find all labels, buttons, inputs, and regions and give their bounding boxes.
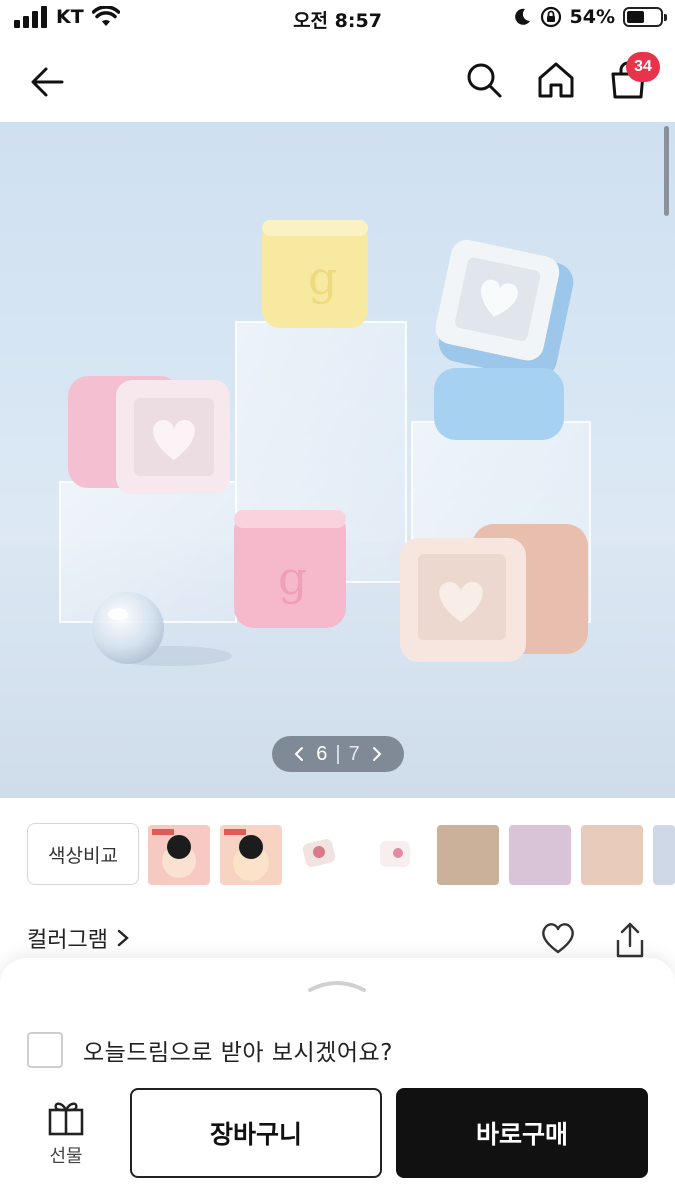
chevron-up-icon[interactable] xyxy=(306,974,368,996)
today-dream-label: 오늘드림으로 받아 보시겠어요? xyxy=(83,1040,393,1066)
brand-name: 컬러그램 xyxy=(27,928,108,953)
swatch-thumb[interactable] xyxy=(292,825,354,885)
status-right: 54% xyxy=(512,6,667,28)
swatch-thumb[interactable] xyxy=(653,825,675,885)
share-icon[interactable] xyxy=(612,920,648,960)
home-icon[interactable] xyxy=(534,58,578,102)
gift-button[interactable]: 선물 xyxy=(36,1098,96,1168)
today-dream-checkbox[interactable] xyxy=(27,1032,63,1068)
chevron-right-icon xyxy=(117,929,129,947)
heart-icon[interactable] xyxy=(538,918,578,958)
pager-separator: | xyxy=(335,742,341,765)
gallery-pager: 6 | 7 xyxy=(272,736,404,772)
svg-text:g: g xyxy=(308,251,337,305)
svg-text:g: g xyxy=(278,551,307,605)
page-scrollbar[interactable] xyxy=(664,126,669,216)
swatch-thumb[interactable] xyxy=(220,825,282,885)
gift-label: 선물 xyxy=(49,1146,83,1167)
chevron-right-icon[interactable] xyxy=(368,746,384,762)
product-image[interactable]: g g xyxy=(0,122,675,798)
gift-icon xyxy=(48,1102,84,1136)
swatch-thumb[interactable] xyxy=(509,825,571,885)
chevron-left-icon[interactable] xyxy=(292,746,308,762)
color-compare-button[interactable]: 색상비교 xyxy=(27,823,139,885)
pager-total: 7 xyxy=(348,742,360,765)
add-to-cart-button[interactable]: 장바구니 xyxy=(130,1088,382,1178)
orientation-lock-icon xyxy=(540,6,561,28)
status-bar: KT 오전 8:57 54% xyxy=(0,0,675,40)
battery-percent: 54% xyxy=(569,6,615,28)
back-arrow-icon[interactable] xyxy=(26,60,70,104)
battery-icon xyxy=(623,7,667,27)
buy-now-button[interactable]: 바로구매 xyxy=(396,1088,648,1178)
color-swatch-row: 색상비교 xyxy=(0,818,675,890)
today-dream-option[interactable]: 오늘드림으로 받아 보시겠어요? xyxy=(27,1032,393,1068)
product-photo-illustration: g g xyxy=(0,220,675,798)
swatch-thumb[interactable] xyxy=(581,825,643,885)
cart-count-badge: 34 xyxy=(626,52,660,82)
brand-link[interactable]: 컬러그램 xyxy=(27,922,130,954)
search-icon[interactable] xyxy=(462,58,506,102)
pager-current: 6 xyxy=(316,742,328,765)
swatch-thumb[interactable] xyxy=(148,825,210,885)
swatch-thumb[interactable] xyxy=(364,825,426,885)
moon-icon xyxy=(514,8,530,25)
top-nav xyxy=(0,40,675,122)
swatch-thumb[interactable] xyxy=(437,825,499,885)
